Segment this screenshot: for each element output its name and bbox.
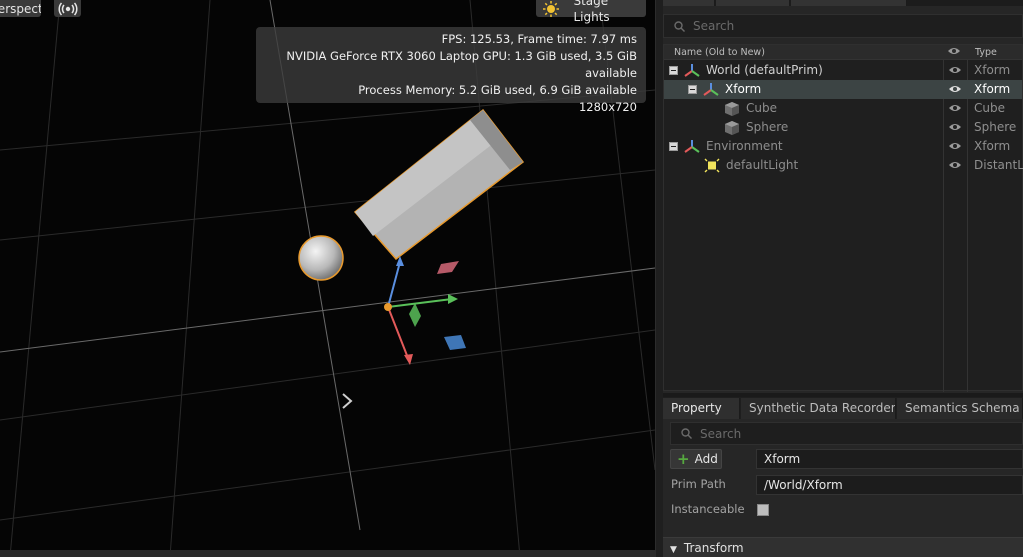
chevron-right-icon — [342, 393, 353, 409]
tree-row-type: Sphere — [974, 120, 1017, 134]
fps-readout: FPS: 125.53, Frame time: 7.97 ms — [441, 32, 637, 46]
search-icon — [681, 428, 692, 439]
collapse-icon[interactable] — [669, 142, 678, 151]
column-type[interactable]: Type — [975, 47, 997, 58]
transform-section-header[interactable]: ▼ Transform — [663, 537, 1023, 557]
tree-row-label: Xform — [725, 82, 762, 96]
tab-synthetic-data-recorder[interactable]: Synthetic Data Recorder — [741, 398, 896, 419]
tree-row-type: Cube — [974, 101, 1005, 115]
stage-tree-header: Name (Old to New) Type — [664, 45, 1022, 60]
prim-path-field[interactable]: /World/Xform — [756, 475, 1023, 495]
perspective-button[interactable]: Perspective — [0, 0, 41, 17]
tree-row-type: DistantLig — [974, 158, 1023, 172]
tree-row-cube[interactable]: Cube Cube — [664, 99, 1022, 118]
cube-object[interactable] — [353, 108, 525, 261]
triangle-down-icon: ▼ — [670, 545, 677, 555]
tree-row-world[interactable]: World (defaultPrim) Xform — [664, 61, 1022, 80]
xform-icon — [684, 140, 700, 153]
memory-readout: Process Memory: 5.2 GiB used, 6.9 GiB av… — [358, 83, 637, 97]
tree-row-label: Sphere — [746, 120, 789, 134]
visibility-eye-icon[interactable] — [948, 103, 962, 113]
tree-row-label: Cube — [746, 101, 777, 115]
add-button[interactable]: + Add — [670, 449, 722, 469]
stage-tree[interactable]: Name (Old to New) Type World (defaultPri… — [663, 44, 1023, 392]
visibility-eye-icon[interactable] — [948, 122, 962, 132]
sun-icon — [542, 0, 559, 17]
tree-row-label: defaultLight — [726, 158, 799, 172]
visibility-eye-icon[interactable] — [948, 65, 962, 75]
cube-icon — [725, 121, 739, 135]
tree-row-label: World (defaultPrim) — [706, 63, 823, 77]
tree-row-sphere[interactable]: Sphere Sphere — [664, 118, 1022, 137]
tree-row-type: Xform — [974, 82, 1011, 96]
stage-lights-button[interactable]: Stage Lights — [536, 0, 646, 24]
stats-overlay: FPS: 125.53, Frame time: 7.97 ms NVIDIA … — [256, 27, 646, 114]
panel-splitter[interactable] — [655, 0, 663, 557]
visibility-eye-icon[interactable] — [948, 160, 962, 170]
stage-tab-strip[interactable] — [663, 0, 1023, 6]
transform-section-label: Transform — [683, 541, 744, 555]
property-search-placeholder: Search — [700, 426, 742, 441]
xform-icon — [684, 64, 700, 77]
gpu-readout: NVIDIA GeForce RTX 3060 Laptop GPU: 1.3 … — [286, 49, 637, 80]
sphere-object[interactable] — [298, 235, 344, 281]
resolution-readout: 1280x720 — [578, 100, 637, 114]
tree-row-type: Xform — [974, 139, 1011, 153]
search-icon — [674, 20, 685, 32]
tree-row-environment[interactable]: Environment Xform — [664, 137, 1022, 156]
instanceable-label: Instanceable — [671, 502, 745, 516]
tree-row-label: Environment — [706, 139, 783, 153]
light-icon — [704, 158, 720, 173]
stage-search-placeholder: Search — [693, 19, 735, 33]
stage-lights-label: Stage Lights — [573, 0, 610, 24]
tab-semantics-schema-editor[interactable]: Semantics Schema Ed — [897, 398, 1023, 419]
xform-icon — [703, 83, 719, 96]
collapse-icon[interactable] — [669, 66, 678, 75]
perspective-label: Perspective — [0, 1, 41, 16]
column-name[interactable]: Name (Old to New) — [674, 47, 765, 58]
stage-search-input[interactable]: Search — [663, 14, 1023, 38]
broadcast-icon — [57, 2, 78, 15]
visibility-eye-icon[interactable] — [948, 141, 962, 151]
tree-row-type: Xform — [974, 63, 1011, 77]
transform-gizmo[interactable] — [384, 256, 466, 365]
collapse-icon[interactable] — [688, 85, 697, 94]
stage-panel: Search Name (Old to New) Type World (def… — [663, 0, 1023, 393]
column-visibility-eye-icon[interactable] — [947, 46, 961, 59]
instanceable-checkbox[interactable] — [757, 504, 769, 516]
tree-row-xform[interactable]: Xform Xform — [664, 80, 1022, 99]
property-panel: Property Synthetic Data Recorder Semanti… — [663, 397, 1023, 557]
property-search-input[interactable]: Search — [670, 422, 1023, 445]
plus-icon: + — [677, 450, 690, 468]
prim-name-field[interactable]: Xform — [756, 449, 1023, 469]
broadcast-button[interactable] — [54, 0, 81, 17]
cube-icon — [725, 102, 739, 116]
tab-property[interactable]: Property — [663, 398, 740, 419]
property-tab-strip: Property Synthetic Data Recorder Semanti… — [663, 397, 1023, 419]
visibility-eye-icon[interactable] — [948, 84, 962, 94]
prim-path-label: Prim Path — [671, 477, 726, 491]
viewport[interactable]: Perspective Stage Lights FPS: 125 — [0, 0, 655, 557]
tree-row-defaultlight[interactable]: defaultLight DistantLig — [664, 156, 1023, 175]
viewport-bottom-bar — [0, 550, 655, 557]
add-label: Add — [694, 452, 718, 466]
